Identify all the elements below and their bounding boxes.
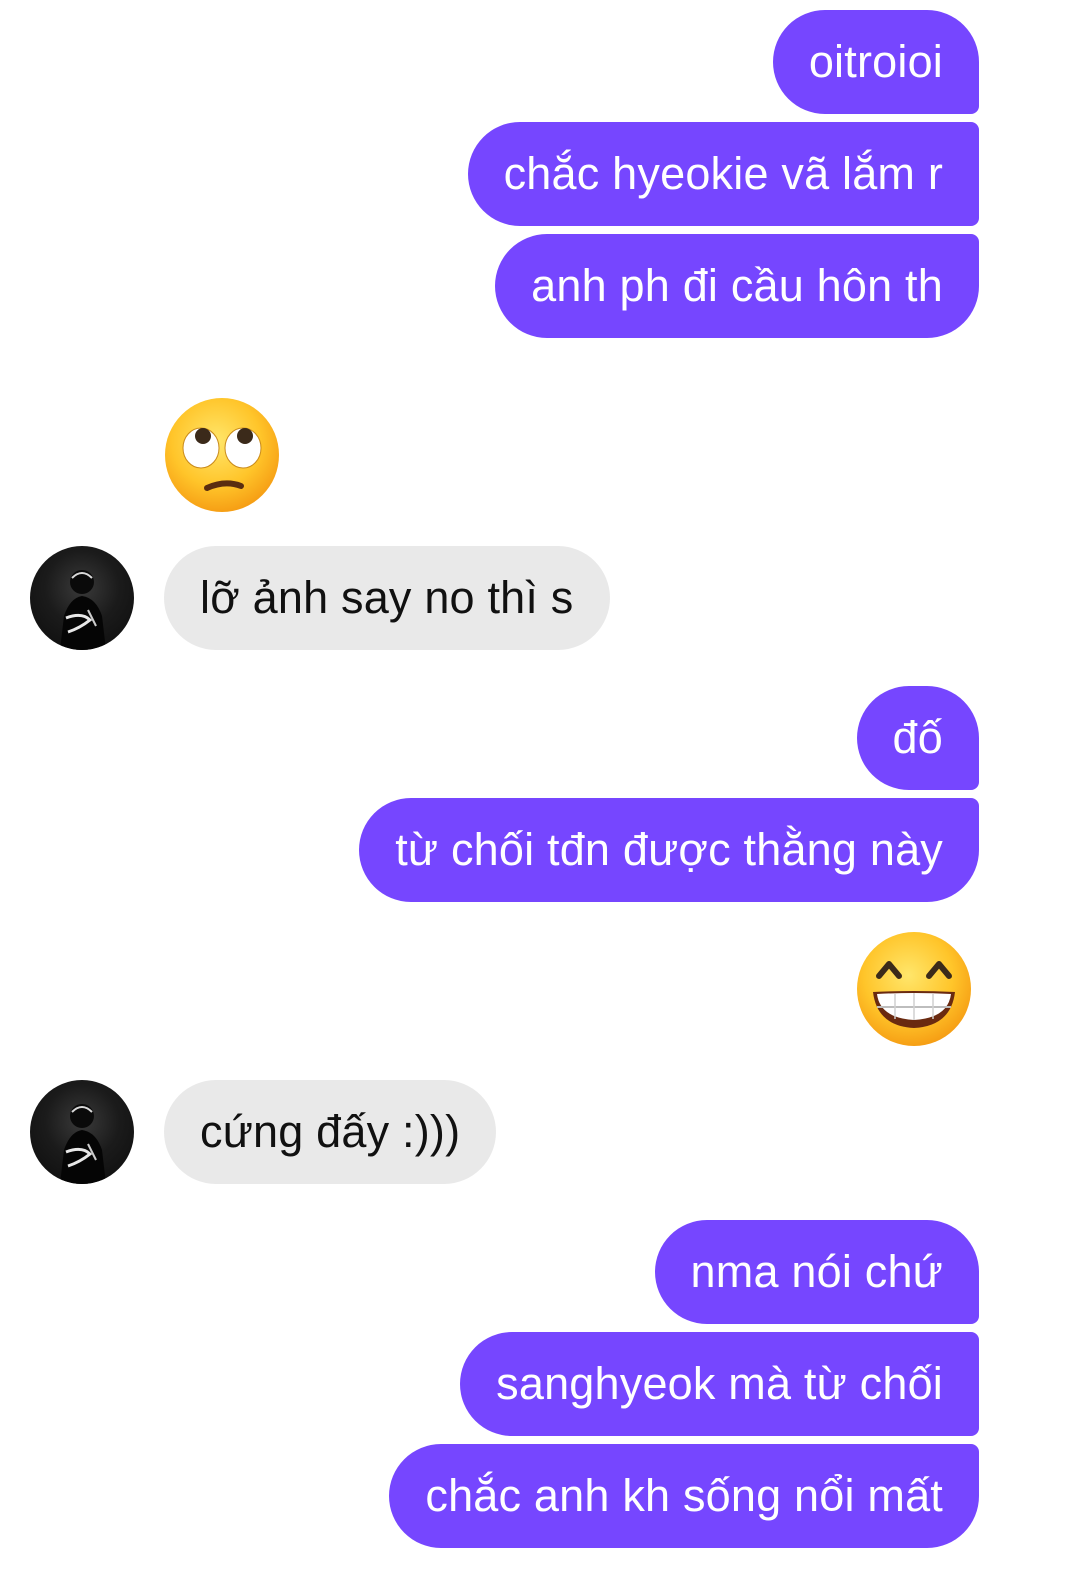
message-text: chắc anh kh sống nổi mất — [425, 1470, 943, 1521]
message-text: sanghyeok mà từ chối — [496, 1358, 943, 1409]
outgoing-message[interactable]: nma nói chứ — [654, 1220, 979, 1324]
contact-avatar[interactable] — [30, 1080, 134, 1184]
contact-avatar[interactable] — [30, 546, 134, 650]
outgoing-message[interactable]: từ chối tđn được thằng này — [359, 798, 979, 902]
message-text: đố — [892, 712, 943, 763]
incoming-message[interactable]: cứng đấy :))) — [164, 1080, 497, 1184]
message-text: từ chối tđn được thằng này — [395, 824, 943, 875]
message-text: chắc hyeokie vã lắm r — [503, 148, 943, 199]
message-text: oitroioi — [808, 36, 943, 87]
message-text: nma nói chứ — [690, 1246, 943, 1297]
outgoing-message[interactable]: oitroioi — [772, 10, 979, 114]
message-text: anh ph đi cầu hôn th — [531, 260, 943, 311]
outgoing-message[interactable]: chắc hyeokie vã lắm r — [467, 122, 979, 226]
outgoing-message[interactable]: chắc anh kh sống nổi mất — [389, 1444, 979, 1548]
beaming-face-emoji-icon[interactable] — [855, 930, 973, 1048]
outgoing-message[interactable]: đố — [856, 686, 979, 790]
rolling-eyes-emoji-icon[interactable] — [163, 396, 281, 514]
outgoing-message[interactable]: anh ph đi cầu hôn th — [495, 234, 979, 338]
incoming-message[interactable]: lỡ ảnh say no thì s — [164, 546, 610, 650]
outgoing-message[interactable]: sanghyeok mà từ chối — [460, 1332, 979, 1436]
message-text: lỡ ảnh say no thì s — [200, 572, 574, 623]
message-text: cứng đấy :))) — [200, 1106, 461, 1157]
